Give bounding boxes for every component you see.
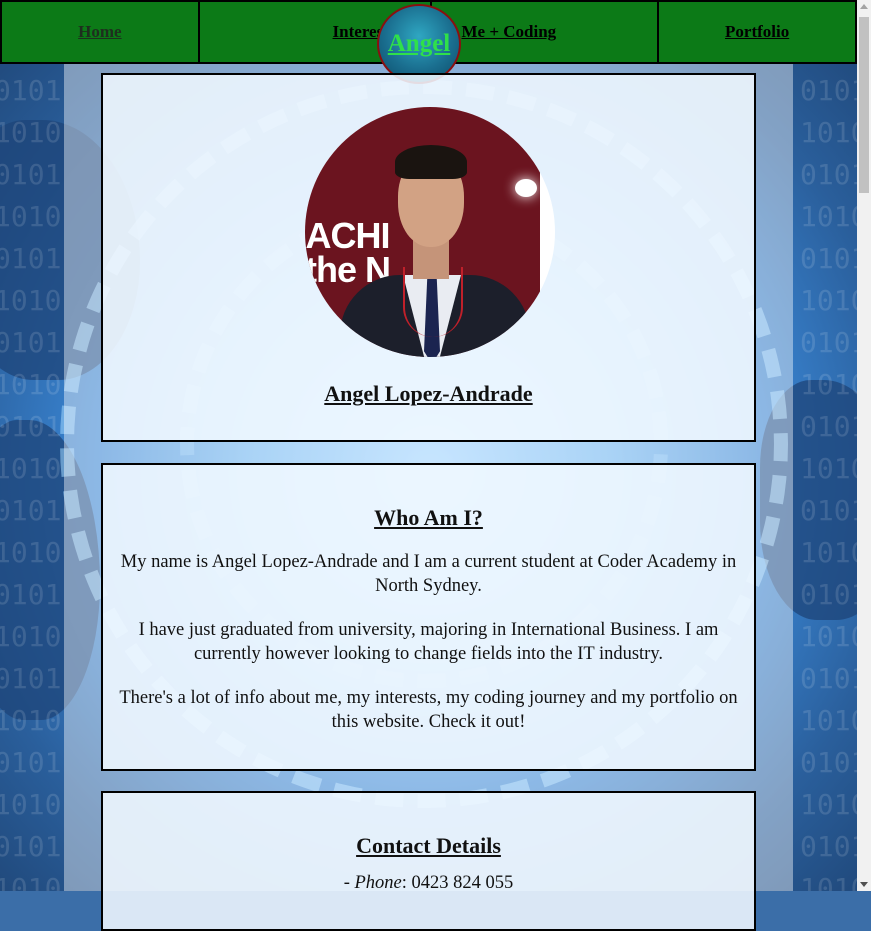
about-paragraph: There's a lot of info about me, my inter… <box>119 688 738 732</box>
scroll-up-arrow-icon[interactable] <box>860 4 868 9</box>
photo-banner-text: ACHI the N <box>305 215 391 290</box>
binary-pattern: 0101 1010 0101 1010 0101 1010 0101 1010 … <box>0 74 62 891</box>
about-card: Who Am I? My name is Angel Lopez-Andrade… <box>101 463 756 771</box>
phone-value: : 0423 824 055 <box>401 873 514 893</box>
photo-lanyard <box>403 267 463 337</box>
page-scrollbar[interactable] <box>857 0 871 891</box>
profile-photo: ACHI the N <box>305 107 555 357</box>
phone-label: Phone <box>354 873 402 893</box>
scroll-down-arrow-icon[interactable] <box>860 882 868 887</box>
contact-heading: Contact Details <box>356 833 501 858</box>
nav-link-portfolio[interactable]: Portfolio <box>659 2 855 62</box>
phone-prefix: - <box>343 873 355 893</box>
contact-card: Contact Details - Phone: 0423 824 055 <box>101 791 756 931</box>
about-paragraph: My name is Angel Lopez-Andrade and I am … <box>120 552 737 596</box>
scrollbar-thumb[interactable] <box>859 17 869 193</box>
profile-card: ACHI the N Angel Lopez-Andrade <box>101 73 756 442</box>
about-heading: Who Am I? <box>374 505 483 530</box>
contact-phone: - Phone: 0423 824 055 <box>119 871 739 895</box>
nav-link-me-coding[interactable]: Me + Coding <box>432 2 660 62</box>
about-paragraph: I have just graduated from university, m… <box>138 620 719 664</box>
site-logo-link[interactable]: Angel <box>377 4 461 84</box>
nav-link-home[interactable]: Home <box>2 2 200 62</box>
profile-name: Angel Lopez-Andrade <box>324 381 533 406</box>
photo-light <box>515 179 537 197</box>
photo-hair <box>395 145 467 179</box>
binary-pattern: 0101 1010 0101 1010 0101 1010 0101 1010 … <box>800 74 857 891</box>
